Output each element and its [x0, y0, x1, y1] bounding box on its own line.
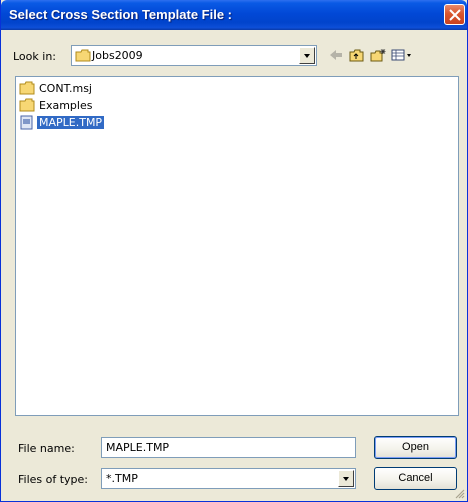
- list-item-label: MAPLE.TMP: [37, 116, 105, 129]
- new-folder-icon: [370, 49, 386, 62]
- file-name-label: File name:: [18, 442, 75, 455]
- cancel-button[interactable]: Cancel: [374, 467, 457, 490]
- files-of-type-dropdown[interactable]: *.TMP: [101, 468, 356, 489]
- look-in-dropdown-arrow[interactable]: [299, 47, 315, 64]
- new-folder-button[interactable]: [368, 47, 388, 65]
- dialog-title: Select Cross Section Template File :: [9, 7, 232, 22]
- look-in-value: Jobs2009: [92, 49, 143, 62]
- files-of-type-label: Files of type:: [18, 473, 89, 486]
- folder-icon: [19, 81, 35, 95]
- files-of-type-value: *.TMP: [106, 472, 138, 485]
- list-item-label: Examples: [39, 99, 93, 112]
- look-in-label: Look in:: [13, 50, 56, 63]
- title-bar[interactable]: Select Cross Section Template File :: [1, 0, 467, 30]
- close-icon: [449, 9, 461, 21]
- up-one-level-button[interactable]: [347, 47, 367, 65]
- files-of-type-dropdown-arrow[interactable]: [338, 470, 354, 487]
- look-in-dropdown[interactable]: Jobs2009: [71, 45, 317, 66]
- close-button[interactable]: [444, 4, 465, 25]
- file-icon: [20, 115, 33, 130]
- resize-grip-icon[interactable]: [453, 487, 465, 499]
- file-list[interactable]: CONT.msj Examples MAPLE.TMP: [15, 76, 459, 416]
- up-folder-icon: [349, 49, 364, 62]
- view-menu-icon: [391, 49, 411, 61]
- folder-icon: [75, 49, 91, 62]
- back-button[interactable]: [326, 47, 346, 65]
- open-button[interactable]: Open: [374, 436, 457, 459]
- back-arrow-icon: [330, 50, 342, 60]
- view-menu-button[interactable]: [389, 47, 415, 65]
- list-item-label: CONT.msj: [39, 82, 92, 95]
- file-name-input[interactable]: MAPLE.TMP: [101, 437, 356, 458]
- folder-icon: [19, 98, 35, 112]
- dialog-window: Select Cross Section Template File : Loo…: [0, 0, 468, 502]
